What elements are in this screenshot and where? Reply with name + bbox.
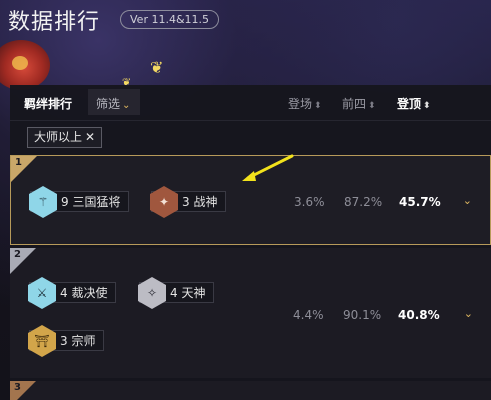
rank-badge: 1 xyxy=(11,156,37,182)
sort-label: 登场 xyxy=(288,97,313,111)
close-icon[interactable]: ✕ xyxy=(85,130,95,144)
sort-icon: ⬍ xyxy=(314,101,322,111)
filter-label: 筛选 xyxy=(96,97,121,111)
win-rate: 40.8% xyxy=(398,308,440,322)
chevron-down-icon: ⌄ xyxy=(122,100,131,111)
chevron-down-icon[interactable]: ⌄ xyxy=(463,194,472,207)
sort-win[interactable]: 登顶 ⬍ xyxy=(397,95,431,112)
ranking-panel: 羁绊排行 筛选 ⌄ 登场 ⬍ 前四 ⬍ 登顶 ⬍ 大师以上 ✕ 1 ⚚ 9 三国猛将 ✦ … xyxy=(10,85,491,400)
halo-icon: ✧ xyxy=(138,277,166,309)
table-row[interactable]: 2 ⚔ 4 裁决使 ✧ 4 天神 ⛩ 3 宗师 4.4% 90.1% 40.8%… xyxy=(10,248,491,378)
trait-chip[interactable]: ⚔ 4 裁决使 xyxy=(28,277,117,309)
top4-rate: 87.2% xyxy=(344,195,383,209)
top4-rate: 90.1% xyxy=(343,308,382,322)
chevron-down-icon[interactable]: ⌄ xyxy=(464,307,473,320)
trait-chip[interactable]: ✦ 3 战神 xyxy=(150,186,227,218)
sort-icon: ⬍ xyxy=(368,101,376,111)
sort-icon: ⬍ xyxy=(423,101,431,111)
filter-chip[interactable]: 大师以上 ✕ xyxy=(27,127,103,148)
trait-label: 3 宗师 xyxy=(60,334,96,348)
tab-trait-ranking[interactable]: 羁绊排行 xyxy=(24,95,72,112)
trait-chip[interactable]: ✧ 4 天神 xyxy=(138,277,215,309)
trait-label: 9 三国猛将 xyxy=(61,195,121,209)
trait-label: 4 天神 xyxy=(170,286,206,300)
rank-badge: 3 xyxy=(10,381,36,400)
trait-chip[interactable]: ⚚ 9 三国猛将 xyxy=(29,186,130,218)
annotation-arrow xyxy=(242,154,294,181)
butterfly-icon: ❦ xyxy=(150,58,164,77)
win-rate: 45.7% xyxy=(399,195,441,209)
table-row[interactable]: 3 xyxy=(10,381,491,400)
appearance-rate: 3.6% xyxy=(294,195,325,209)
rank-badge: 2 xyxy=(10,248,36,274)
trait-label: 4 裁决使 xyxy=(60,286,108,300)
version-badge: Ver 11.4&11.5 xyxy=(120,10,220,29)
filter-button[interactable]: 筛选 ⌄ xyxy=(88,89,140,115)
page-title: 数据排行 xyxy=(8,10,101,35)
sort-appearance[interactable]: 登场 ⬍ xyxy=(288,95,322,112)
trait-label: 3 战神 xyxy=(182,195,218,209)
trait-chip[interactable]: ⛩ 3 宗师 xyxy=(28,325,105,357)
wing-icon: ✦ xyxy=(150,186,178,218)
filter-chip-label: 大师以上 xyxy=(34,130,83,144)
blade-icon: ⚔ xyxy=(28,277,56,309)
spear-icon: ⚚ xyxy=(29,186,57,218)
sort-label: 登顶 xyxy=(397,97,422,111)
gate-icon: ⛩ xyxy=(28,325,56,357)
appearance-rate: 4.4% xyxy=(293,308,324,322)
sort-top4[interactable]: 前四 ⬍ xyxy=(342,95,376,112)
toolbar: 羁绊排行 筛选 ⌄ 登场 ⬍ 前四 ⬍ 登顶 ⬍ xyxy=(10,85,491,121)
sort-label: 前四 xyxy=(342,97,367,111)
